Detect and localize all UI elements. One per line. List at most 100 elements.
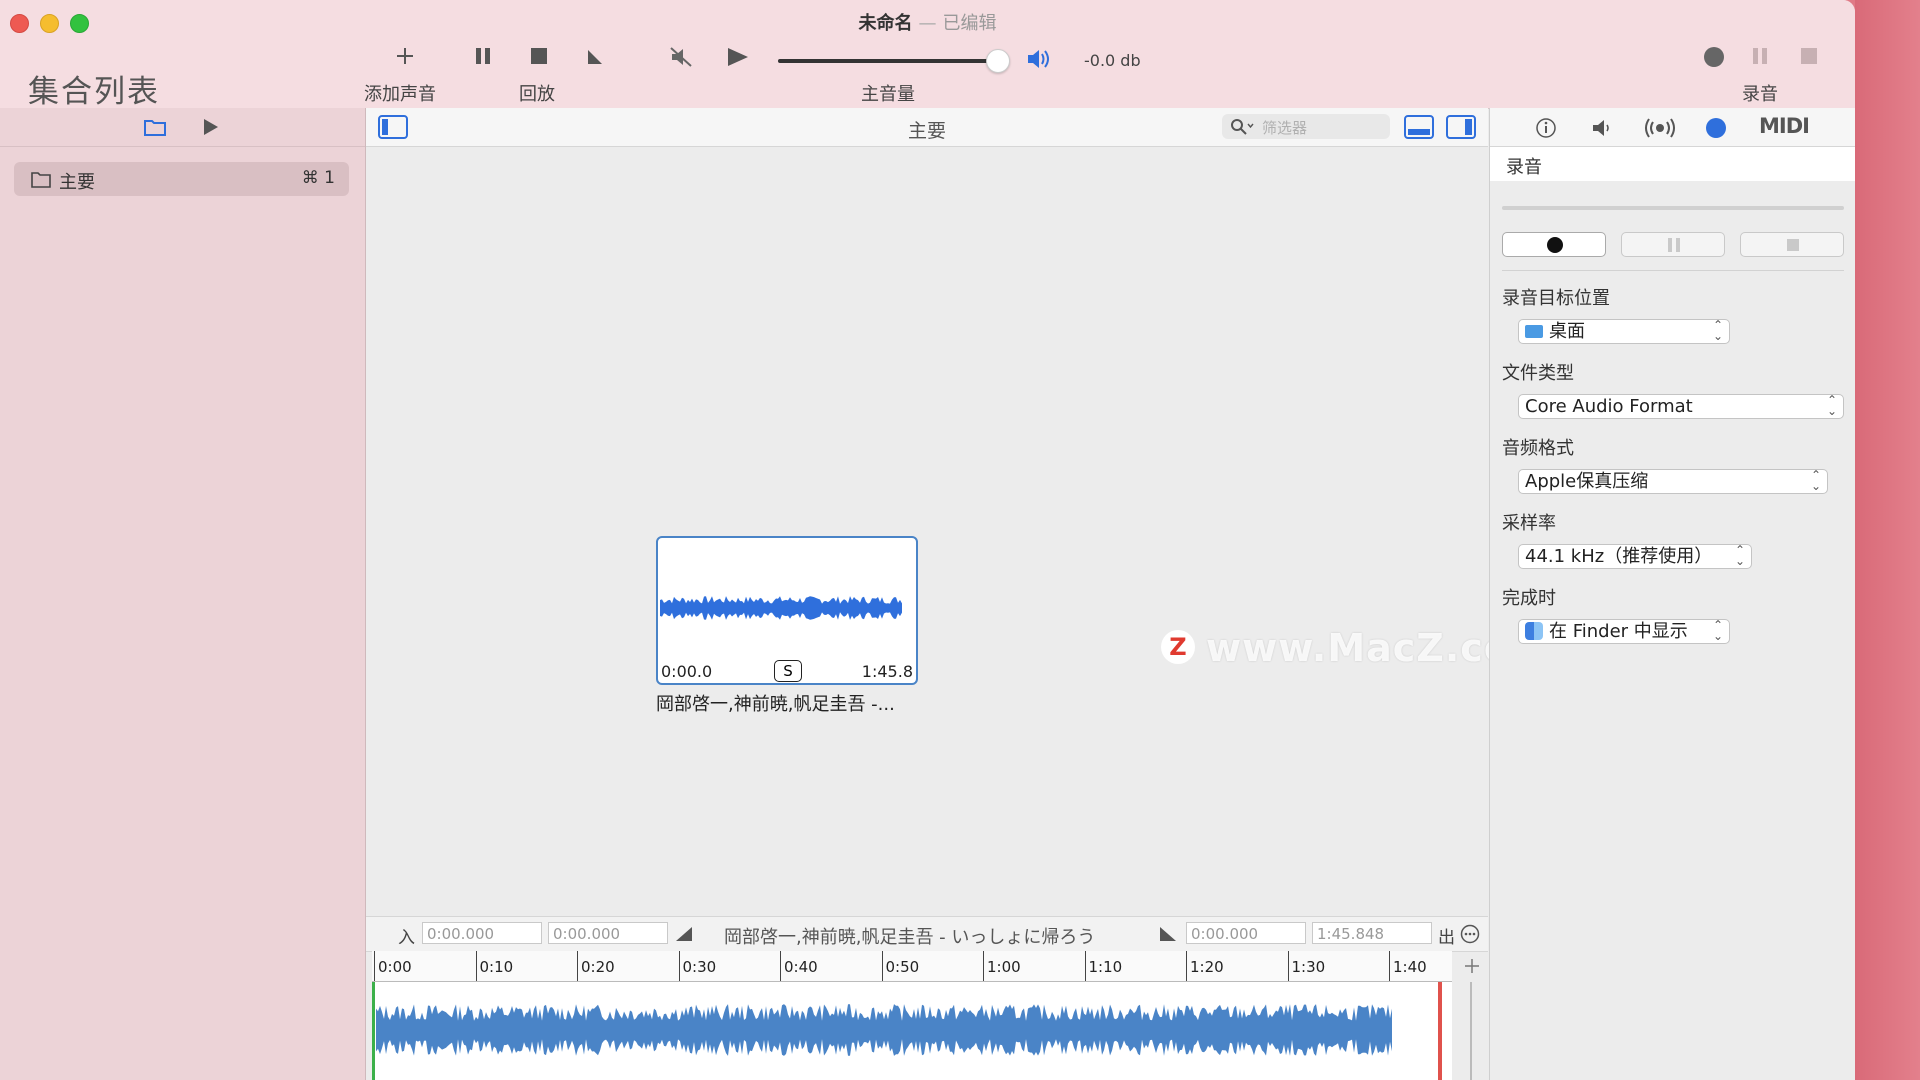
record-icon xyxy=(1547,237,1563,253)
master-volume-label: 主音量 xyxy=(861,84,915,105)
pause-icon xyxy=(1668,238,1680,252)
app-window: 未命名 — 已编辑 集合列表 添加声音 回放 主音量 -0.0 db 录音 主要… xyxy=(0,0,1855,1080)
record-progress-bar xyxy=(1502,206,1844,210)
in-marker[interactable] xyxy=(372,982,375,1080)
sidebar-item-main[interactable]: 主要 ⌘ 1 xyxy=(14,162,349,196)
more-options-icon[interactable] xyxy=(1460,924,1480,944)
inspector-stop-button[interactable] xyxy=(1740,232,1844,257)
broadcast-icon[interactable] xyxy=(1643,117,1677,139)
fade-button[interactable] xyxy=(584,46,604,71)
in-label: 入 xyxy=(398,928,415,948)
filter-field[interactable]: 筛选器 xyxy=(1222,114,1390,139)
watermark-logo: Z xyxy=(1161,630,1195,664)
stop-icon xyxy=(1801,48,1817,64)
master-volume-slider[interactable] xyxy=(778,59,998,63)
ruler-tick xyxy=(1186,951,1187,981)
sound-card[interactable]: 0:00.0 S 1:45.8 xyxy=(656,536,918,685)
search-icon xyxy=(1231,119,1254,135)
samplerate-popup[interactable]: 44.1 kHz（推荐使用） ⌃ ⌄ xyxy=(1518,544,1752,569)
speaker-icon[interactable] xyxy=(1590,117,1614,139)
plus-icon xyxy=(397,48,413,64)
timeline-ruler[interactable]: 0:00 0:10 0:20 0:30 0:40 0:50 1:00 1:10 1:20 1:30… xyxy=(372,951,1452,982)
sidebar-header xyxy=(0,108,365,147)
card-waveform xyxy=(660,596,902,620)
sidebar-item-label: 主要 xyxy=(59,172,95,193)
info-icon[interactable] xyxy=(1535,117,1557,139)
ruler-tick-label: 1:20 xyxy=(1190,958,1224,976)
oncomplete-popup[interactable]: 在 Finder 中显示 ⌃ ⌄ xyxy=(1518,619,1730,644)
mute-button[interactable] xyxy=(669,46,693,73)
scrollbar[interactable] xyxy=(1470,982,1472,1080)
solo-badge[interactable]: S xyxy=(774,660,802,682)
destination-popup[interactable]: 桌面 ⌃ ⌄ xyxy=(1518,319,1730,344)
record-label: 录音 xyxy=(1742,84,1778,105)
ruler-tick-label: 1:40 xyxy=(1393,958,1427,976)
ruler-tick xyxy=(475,951,477,981)
play-icon[interactable] xyxy=(202,118,220,136)
ruler-tick-label: 0:10 xyxy=(479,958,514,976)
format-value: Apple保真压缩 xyxy=(1525,471,1649,492)
inspector-toggle-icon[interactable] xyxy=(1446,115,1476,139)
ruler-tick xyxy=(1389,951,1390,981)
play-button[interactable] xyxy=(726,46,750,73)
bottom-panel-toggle-icon[interactable] xyxy=(1404,115,1434,139)
fade-in-icon[interactable] xyxy=(674,925,694,943)
ruler-tick-label: 0:50 xyxy=(885,958,920,976)
record-pause-button[interactable] xyxy=(1751,46,1769,71)
ruler-tick xyxy=(577,951,578,981)
oncomplete-label: 完成时 xyxy=(1502,588,1556,609)
playback-label: 回放 xyxy=(519,84,555,105)
waveform-graphic xyxy=(372,982,1442,1080)
inspector-pause-button[interactable] xyxy=(1621,232,1725,257)
timeline-waveform[interactable] xyxy=(372,982,1452,1080)
out-time-field[interactable]: 1:45.848 xyxy=(1312,922,1432,944)
midi-icon[interactable]: MIDI xyxy=(1759,114,1810,138)
add-sound-button[interactable] xyxy=(393,46,417,71)
chevron-updown-icon: ⌃ ⌄ xyxy=(1712,618,1723,643)
track-name: 岡部啓一,神前暁,帆足圭吾 - いっしょに帰ろう xyxy=(724,927,1096,948)
record-dot-icon[interactable] xyxy=(1705,117,1727,139)
pause-button[interactable] xyxy=(474,46,492,71)
pause-icon xyxy=(1753,48,1767,64)
speaker-muted-icon xyxy=(670,47,692,67)
fade-out-time-field[interactable]: 0:00.000 xyxy=(1186,922,1306,944)
record-button[interactable] xyxy=(1703,46,1725,73)
ruler-tick xyxy=(1084,951,1086,981)
inspector-section-header: 录音 xyxy=(1490,147,1855,181)
inspector-tabs: MIDI xyxy=(1490,108,1855,147)
toolbar: 未命名 — 已编辑 集合列表 添加声音 回放 主音量 -0.0 db 录音 xyxy=(0,0,1855,110)
finder-icon xyxy=(1525,622,1543,640)
format-label: 音频格式 xyxy=(1502,438,1574,459)
edit-bar: 入 0:00.000 0:00.000 岡部啓一,神前暁,帆足圭吾 - いっしょ… xyxy=(366,916,1488,952)
fade-out-icon[interactable] xyxy=(1158,925,1178,943)
card-sound-name: 岡部啓一,神前暁,帆足圭吾 -... xyxy=(656,694,895,715)
stop-button[interactable] xyxy=(529,46,549,71)
ruler-tick-label: 1:10 xyxy=(1088,958,1123,976)
sidebar-item-shortcut: ⌘ 1 xyxy=(301,168,335,188)
in-time-field[interactable]: 0:00.000 xyxy=(422,922,542,944)
filetype-label: 文件类型 xyxy=(1502,363,1574,384)
ruler-tick-label: 0:00 xyxy=(378,958,412,976)
ruler-tick xyxy=(983,951,984,981)
ruler-tick xyxy=(374,951,375,981)
samplerate-value: 44.1 kHz（推荐使用） xyxy=(1525,546,1713,567)
ruler-tick-label: 0:30 xyxy=(682,958,717,976)
out-label: 出 xyxy=(1438,928,1455,948)
volume-button[interactable] xyxy=(1026,47,1054,76)
folder-icon xyxy=(31,172,51,188)
ruler-tick xyxy=(678,951,680,981)
fade-in-time-field[interactable]: 0:00.000 xyxy=(548,922,668,944)
out-marker[interactable] xyxy=(1438,982,1442,1080)
chevron-updown-icon: ⌃ ⌄ xyxy=(1712,318,1723,343)
stop-icon xyxy=(1787,239,1799,251)
divider xyxy=(1502,270,1844,271)
record-stop-button[interactable] xyxy=(1799,46,1819,71)
format-popup[interactable]: Apple保真压缩 ⌃ ⌄ xyxy=(1518,469,1828,494)
chevron-updown-icon: ⌃ ⌄ xyxy=(1810,468,1821,493)
ruler-tick xyxy=(1287,951,1289,981)
inspector-record-button[interactable] xyxy=(1502,232,1606,257)
folder-icon[interactable] xyxy=(143,117,167,137)
master-volume-knob[interactable] xyxy=(986,49,1010,73)
zoom-in-icon[interactable] xyxy=(1463,957,1481,975)
filetype-popup[interactable]: Core Audio Format ⌃ ⌄ xyxy=(1518,394,1844,419)
